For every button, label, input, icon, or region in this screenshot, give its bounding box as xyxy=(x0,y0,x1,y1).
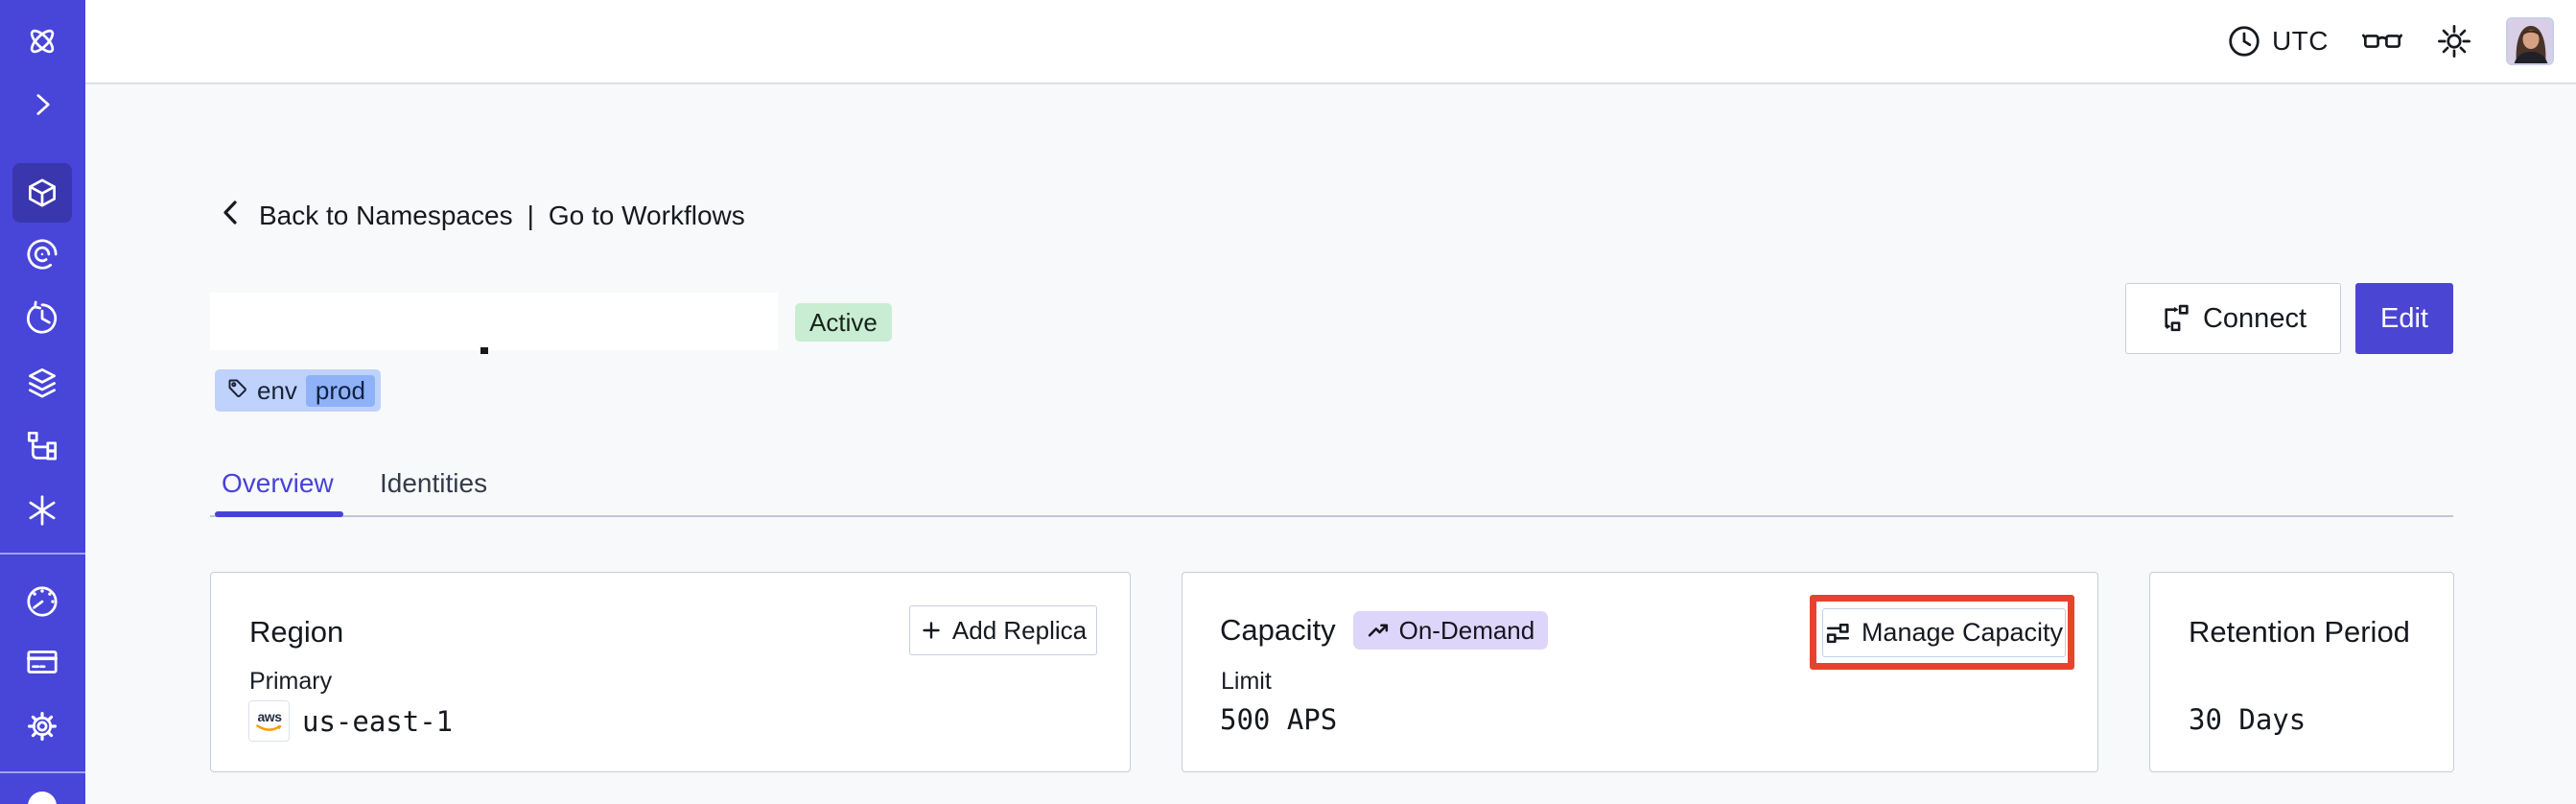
edit-button-label: Edit xyxy=(2380,302,2428,334)
retention-value: 30 Days xyxy=(2189,703,2307,736)
on-demand-badge: On-Demand xyxy=(1352,611,1549,650)
workflows-spiral-icon[interactable] xyxy=(23,235,61,273)
namespace-name-remnant-dot xyxy=(480,347,488,354)
sliders-icon xyxy=(1825,620,1851,646)
clock-icon xyxy=(2227,24,2261,59)
usage-gauge-icon[interactable] xyxy=(23,582,61,621)
sidebar-divider xyxy=(0,771,85,773)
retention-card-title: Retention Period xyxy=(2189,615,2410,649)
partial-bottom-circle-icon[interactable] xyxy=(28,792,57,804)
sun-icon[interactable] xyxy=(2436,23,2472,59)
tag-value-chip: prod xyxy=(305,374,375,407)
add-replica-label: Add Replica xyxy=(951,615,1088,645)
namespace-name-masked xyxy=(210,293,778,350)
primary-label: Primary xyxy=(249,668,333,695)
manage-capacity-button[interactable]: Manage Capacity xyxy=(1822,608,2066,657)
region-card: Region Add Replica Primary aws us-east-1 xyxy=(210,572,1131,772)
tag-icon xyxy=(226,377,248,404)
avatar[interactable] xyxy=(2506,17,2554,65)
retention-card: Retention Period 30 Days xyxy=(2149,572,2454,772)
status-badge: Active xyxy=(795,303,892,342)
tabs-divider-line xyxy=(210,515,2453,517)
limit-label: Limit xyxy=(1221,668,1272,695)
breadcrumb-workflows-link[interactable]: Go to Workflows xyxy=(549,201,745,231)
temporal-logo-icon[interactable] xyxy=(23,22,61,60)
settings-gear-icon[interactable] xyxy=(23,707,61,745)
breadcrumb-separator: | xyxy=(527,201,534,230)
sidebar xyxy=(0,0,85,804)
add-replica-button[interactable]: Add Replica xyxy=(909,605,1097,655)
primary-region-row: aws us-east-1 xyxy=(248,700,453,742)
billing-card-icon[interactable] xyxy=(23,643,61,681)
timezone-button[interactable]: UTC xyxy=(2227,24,2329,59)
back-chevron-icon[interactable] xyxy=(216,197,245,235)
tab-identities[interactable]: Identities xyxy=(380,468,487,499)
sidebar-expand-chevron-icon[interactable] xyxy=(23,85,61,124)
plus-icon xyxy=(920,619,943,642)
capacity-card-title: Capacity xyxy=(1220,613,1336,647)
timezone-label: UTC xyxy=(2271,26,2329,56)
tag-key: env xyxy=(257,375,297,405)
breadcrumb: Back to Namespaces | Go to Workflows xyxy=(216,197,745,235)
deployments-layers-icon[interactable] xyxy=(23,364,61,402)
edit-button[interactable]: Edit xyxy=(2355,283,2453,354)
batch-operations-branch-icon[interactable] xyxy=(23,427,61,465)
limit-value: 500 APS xyxy=(1220,703,1338,736)
connect-button-label: Connect xyxy=(2202,302,2307,334)
trend-up-icon xyxy=(1368,624,1388,636)
connect-button[interactable]: Connect xyxy=(2125,283,2341,354)
sidebar-divider xyxy=(0,553,85,555)
app-root: UTC Back to Namespaces | Go to Workflows… xyxy=(0,0,2576,804)
on-demand-badge-label: On-Demand xyxy=(1398,615,1535,645)
capacity-card: Capacity On-Demand Manage Capacity Limit… xyxy=(1182,572,2098,772)
schedules-clock-icon[interactable] xyxy=(23,299,61,338)
aws-logo-text: aws xyxy=(257,709,282,724)
glasses-icon[interactable] xyxy=(2362,27,2402,56)
aws-logo-icon: aws xyxy=(248,700,290,742)
breadcrumb-back-link[interactable]: Back to Namespaces xyxy=(259,201,513,231)
region-card-title: Region xyxy=(249,615,344,649)
topbar: UTC xyxy=(85,0,2576,84)
namespaces-cube-icon[interactable] xyxy=(23,174,61,212)
tab-overview[interactable]: Overview xyxy=(222,468,334,499)
nexus-asterisk-icon[interactable] xyxy=(23,491,61,530)
manage-capacity-label: Manage Capacity xyxy=(1861,618,2064,647)
primary-region-value: us-east-1 xyxy=(302,704,454,738)
active-tab-indicator xyxy=(215,511,343,517)
namespace-tag: env prod xyxy=(215,369,381,412)
